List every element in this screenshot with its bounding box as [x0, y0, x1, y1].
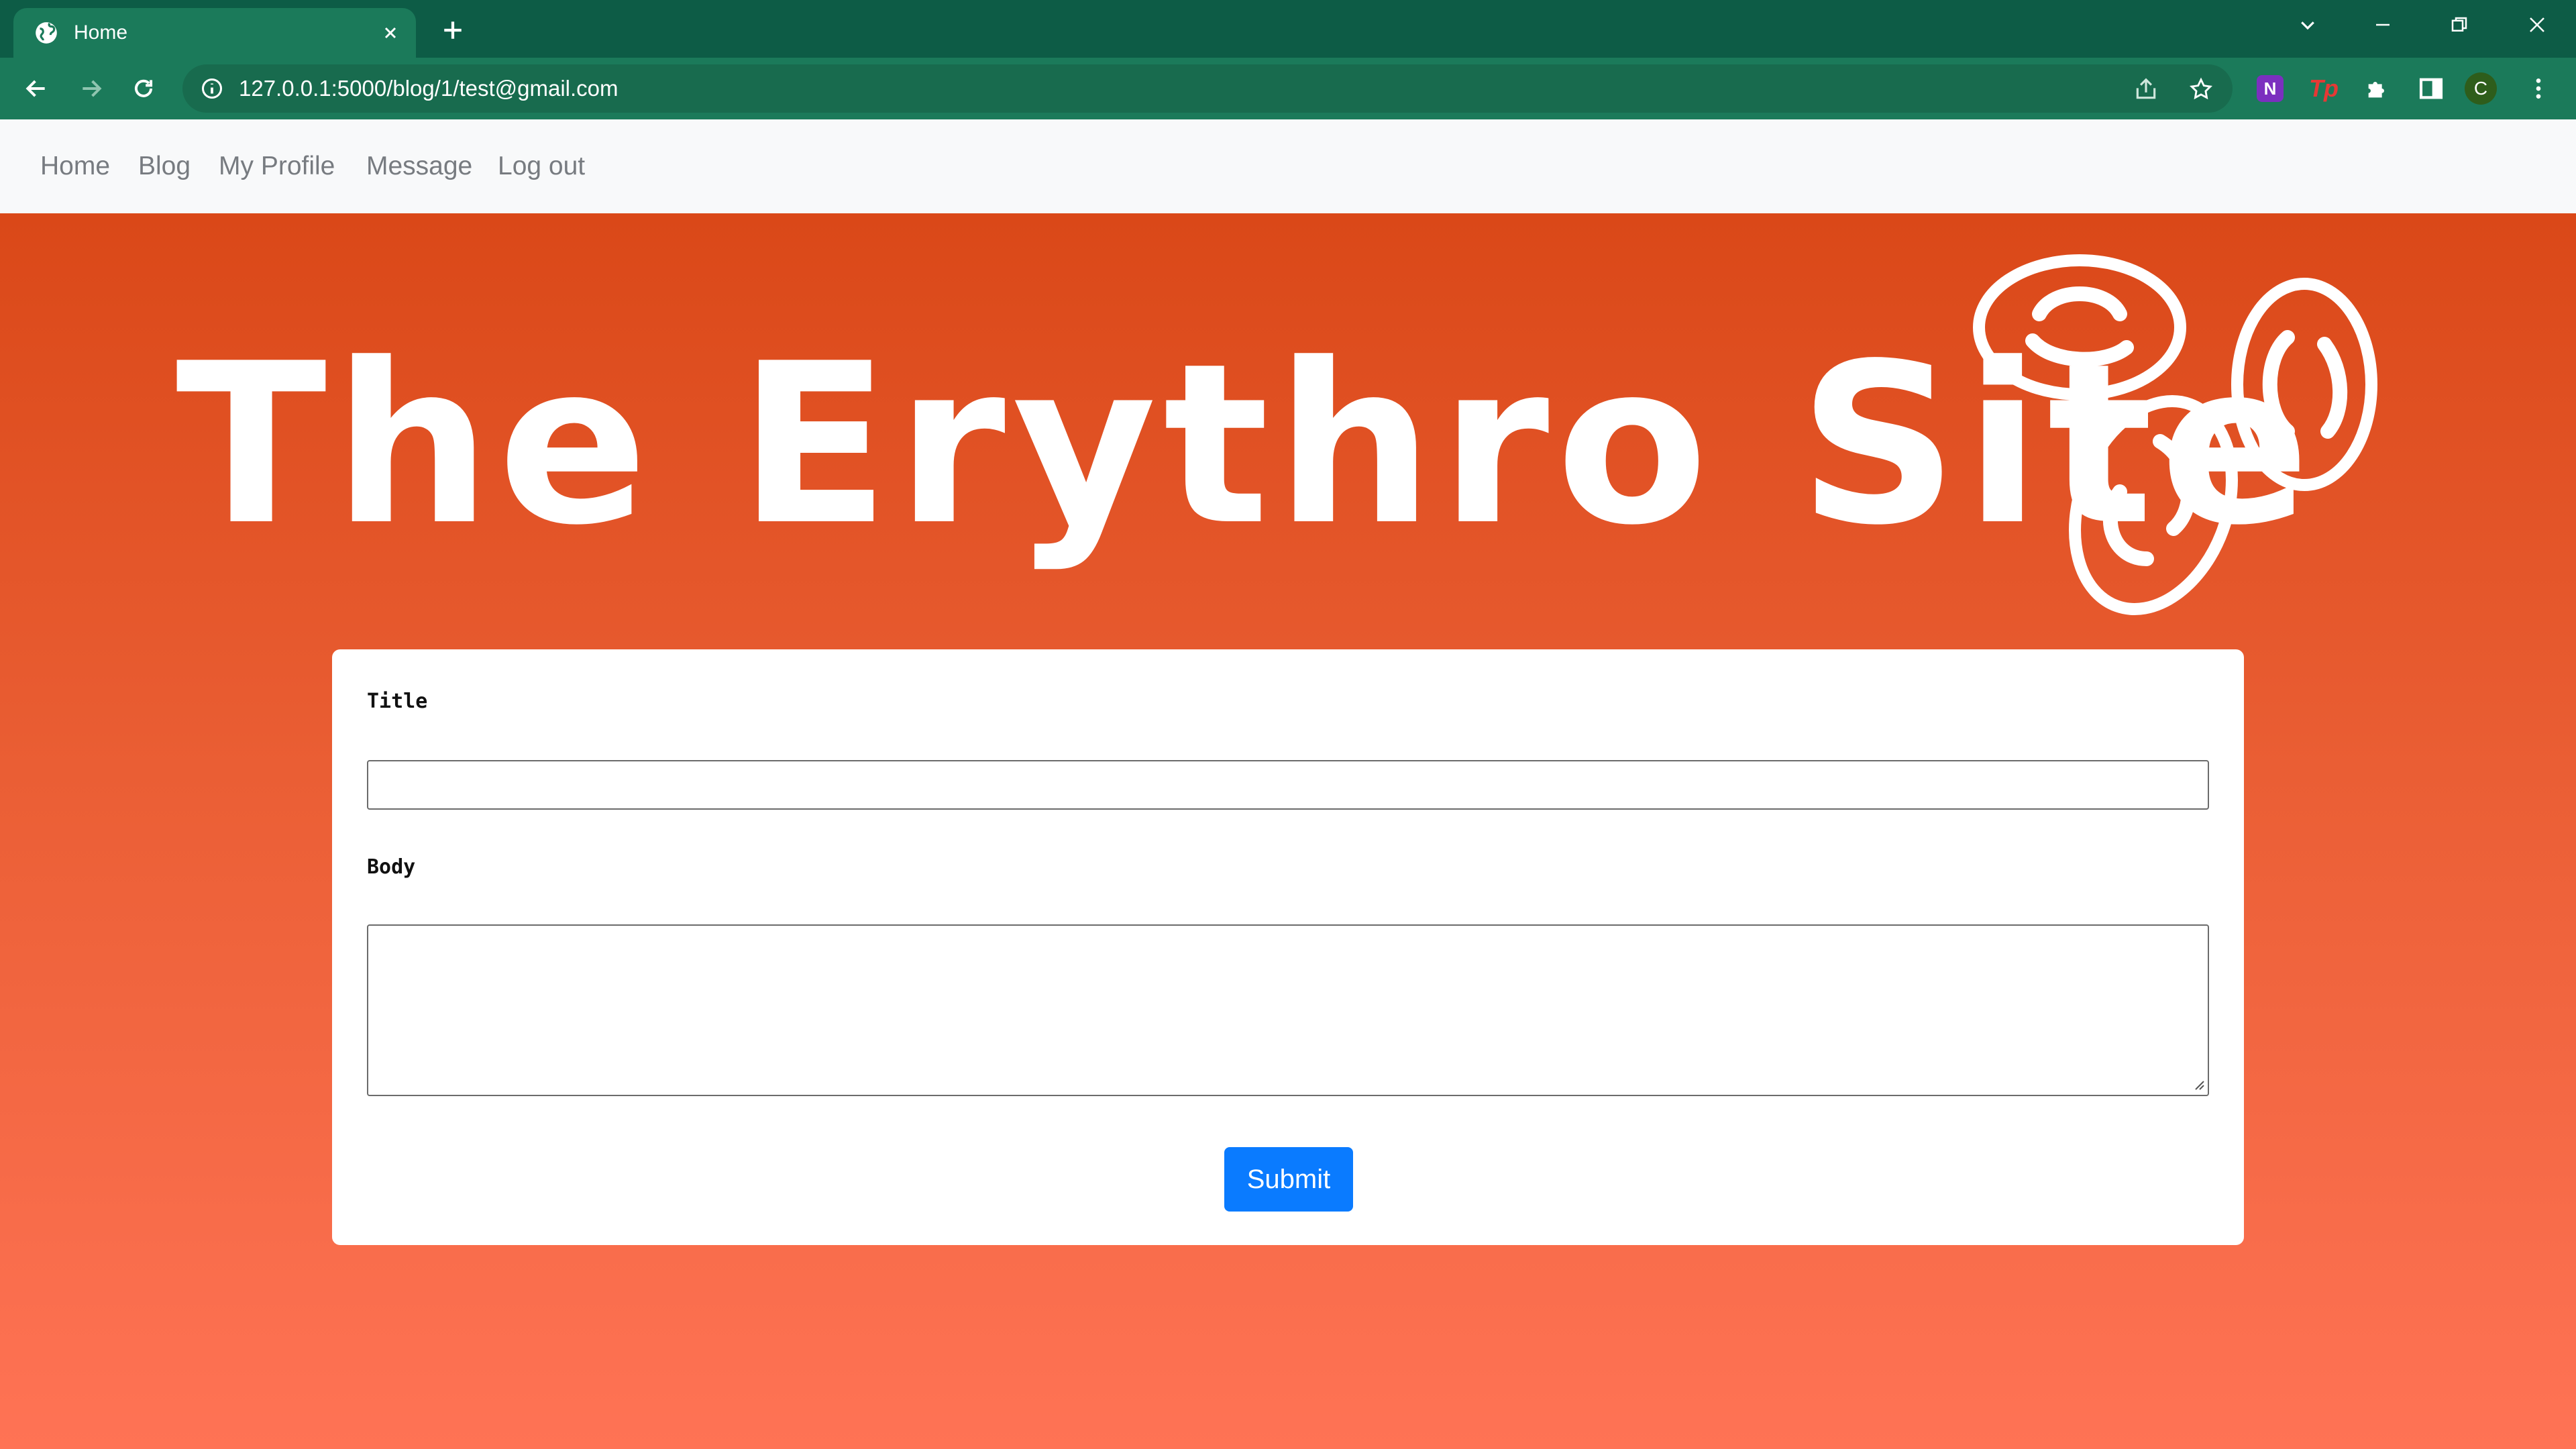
nav-my-profile[interactable]: My Profile	[219, 119, 335, 213]
info-icon[interactable]	[200, 76, 224, 101]
star-icon[interactable]	[2187, 75, 2215, 103]
profile-avatar[interactable]: C	[2465, 72, 2497, 105]
minimize-button[interactable]	[2363, 8, 2403, 42]
globe-icon	[36, 22, 57, 44]
back-button[interactable]	[19, 71, 54, 106]
close-icon	[2530, 17, 2544, 32]
onenote-extension-icon[interactable]: N	[2257, 75, 2284, 102]
forward-button[interactable]	[74, 71, 109, 106]
close-icon[interactable]	[379, 21, 402, 44]
nav-log-out[interactable]: Log out	[498, 119, 585, 213]
body-textarea[interactable]	[367, 924, 2209, 1096]
window-close-button[interactable]	[2517, 8, 2557, 42]
page-hero: The Erythro Site Title Body Submit	[0, 213, 2576, 1449]
new-tab-button[interactable]	[436, 13, 470, 47]
browser-tabstrip: Home	[0, 0, 2576, 58]
tp-extension-icon[interactable]: Tp	[2308, 72, 2340, 105]
side-panel-icon[interactable]	[2415, 72, 2447, 105]
tab-search-button[interactable]	[2288, 8, 2328, 42]
red-blood-cells-logo	[1973, 254, 2377, 615]
address-bar[interactable]: 127.0.0.1:5000/blog/1/test@gmail.com	[182, 64, 2233, 113]
arrow-left-icon	[25, 80, 45, 97]
resize-grip-icon[interactable]	[2190, 1076, 2205, 1091]
reload-icon	[135, 79, 153, 97]
site-navbar: Home Blog My Profile Message Log out	[0, 119, 2576, 213]
restore-button[interactable]	[2439, 8, 2479, 42]
restore-icon	[2451, 17, 2467, 32]
submit-button[interactable]: Submit	[1224, 1147, 1353, 1212]
kebab-menu-icon[interactable]	[2522, 72, 2555, 105]
browser-tab-home[interactable]: Home	[13, 8, 416, 58]
url-text[interactable]: 127.0.0.1:5000/blog/1/test@gmail.com	[239, 64, 619, 113]
new-post-form: Title Body Submit	[332, 649, 2244, 1245]
title-input[interactable]	[367, 760, 2209, 810]
extensions-puzzle-icon[interactable]	[2361, 72, 2394, 105]
arrow-right-icon	[83, 80, 102, 97]
browser-toolbar: 127.0.0.1:5000/blog/1/test@gmail.com N T…	[0, 58, 2576, 119]
plus-icon	[444, 21, 462, 39]
chevron-down-icon	[2301, 21, 2314, 30]
body-label: Body	[367, 855, 416, 879]
nav-message[interactable]: Message	[366, 119, 472, 213]
nav-blog[interactable]: Blog	[138, 119, 191, 213]
share-icon[interactable]	[2132, 75, 2160, 103]
nav-home[interactable]: Home	[40, 119, 110, 213]
tab-title: Home	[74, 21, 128, 44]
title-label: Title	[367, 690, 428, 713]
reload-button[interactable]	[126, 71, 161, 106]
minimize-icon	[2376, 23, 2390, 26]
